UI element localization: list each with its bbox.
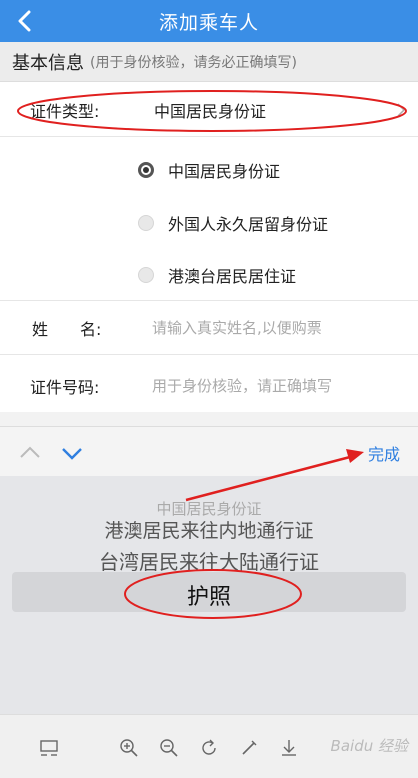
id-number-row: 证件号码: 用于身份核验，请正确填写	[0, 354, 418, 408]
chevron-left-icon	[18, 10, 31, 32]
section-title: 基本信息	[12, 52, 84, 74]
radio-unchecked[interactable]	[138, 215, 154, 231]
chevron-down-icon[interactable]	[60, 441, 84, 465]
option-hkmotw-residence[interactable]: 港澳台居民居住证	[138, 263, 296, 287]
pen-icon[interactable]	[238, 737, 260, 759]
passenger-form: 证件类型: 中国居民身份证 中国居民身份证 外国人永久居留身份证 港澳台居民居住…	[0, 82, 418, 412]
option-label: 外国人永久居留身份证	[168, 215, 329, 234]
section-subtitle: (用于身份核验，请务必正确填写)	[90, 54, 297, 71]
radio-checked[interactable]	[138, 162, 154, 178]
rotate-icon[interactable]	[198, 737, 220, 759]
id-number-label: 证件号码:	[30, 378, 100, 397]
chevron-up-icon[interactable]	[18, 441, 42, 465]
zoom-in-icon[interactable]	[118, 737, 140, 759]
done-button[interactable]: 完成	[368, 441, 400, 465]
section-basic-info: 基本信息 (用于身份核验，请务必正确填写)	[0, 42, 418, 82]
zoom-out-icon[interactable]	[158, 737, 180, 759]
option-label: 港澳台居民居住证	[168, 267, 297, 286]
picker-toolbar: 完成	[0, 426, 418, 476]
id-number-input[interactable]: 用于身份核验，请正确填写	[152, 375, 332, 396]
name-input[interactable]: 请输入真实姓名,以便购票	[152, 317, 322, 338]
radio-unchecked[interactable]	[138, 267, 154, 283]
bottom-toolbar: Baidu 经验	[0, 714, 418, 778]
id-type-label: 证件类型:	[30, 102, 100, 121]
back-button[interactable]	[10, 6, 40, 36]
nav-header: 添加乘车人	[0, 0, 418, 42]
divider	[0, 136, 418, 137]
picker-item[interactable]: 台湾居民来往大陆通行证	[0, 546, 418, 575]
name-row: 姓 名: 请输入真实姓名,以便购票	[0, 300, 418, 354]
option-foreign-permanent[interactable]: 外国人永久居留身份证	[138, 211, 328, 235]
picker-wheel[interactable]: 中国居民身份证 港澳居民来往内地通行证 台湾居民来往大陆通行证 护照	[0, 476, 418, 714]
download-icon[interactable]	[278, 737, 300, 759]
option-cn-id[interactable]: 中国居民身份证	[138, 158, 280, 182]
id-type-row[interactable]: 证件类型: 中国居民身份证	[0, 82, 418, 136]
id-type-value: 中国居民身份证	[154, 102, 267, 121]
watermark: Baidu 经验	[330, 737, 408, 755]
page-title: 添加乘车人	[158, 11, 259, 34]
layout-icon[interactable]	[38, 737, 60, 759]
option-label: 中国居民身份证	[168, 162, 281, 181]
picker-item-selected[interactable]: 护照	[0, 579, 418, 611]
chevron-right-icon	[397, 103, 406, 117]
picker-item[interactable]: 港澳居民来往内地通行证	[0, 516, 418, 543]
name-label: 姓 名:	[32, 320, 102, 339]
